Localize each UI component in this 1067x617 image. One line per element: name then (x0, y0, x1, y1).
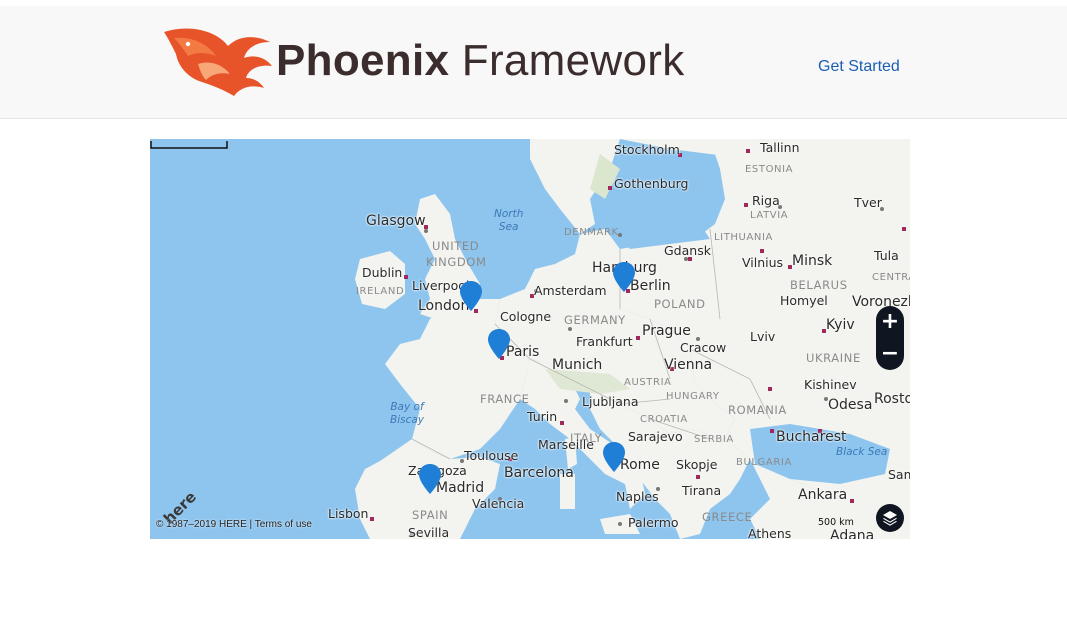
country-label: BULGARIA (736, 457, 792, 468)
city-label: Athens (748, 526, 792, 539)
city-label: Turin (527, 409, 558, 424)
city-label: Madrid (436, 480, 485, 496)
city-label: Sevilla (408, 525, 450, 539)
city-label: Munich (552, 357, 603, 373)
sea-label-bay-of-biscay: Bay of Biscay (390, 401, 425, 426)
city-label: Valencia (472, 496, 525, 511)
country-label: SERBIA (694, 434, 734, 445)
city-label: Samsun (888, 467, 910, 482)
country-label: IRELAND (356, 286, 405, 297)
zoom-out-button[interactable]: − (876, 338, 904, 370)
city-label: Barcelona (504, 465, 574, 481)
country-label: POLAND (654, 297, 706, 311)
city-label: Cracow (680, 340, 727, 355)
sea-label-north-sea: North Sea (494, 208, 524, 233)
city-label: Glasgow (366, 213, 426, 229)
city-label: Riga (752, 193, 780, 208)
map-marker-madrid[interactable] (419, 464, 441, 494)
country-label: BELARUS (790, 278, 848, 292)
zoom-control: + − (876, 306, 904, 370)
city-label: Bucharest (776, 429, 847, 445)
city-label: Ankara (798, 487, 848, 503)
city-label: Amsterdam (534, 283, 607, 298)
map-attribution: © 1987–2019 HERE | Terms of use (156, 519, 312, 530)
city-label: Minsk (792, 253, 833, 269)
city-label: Paris (506, 344, 540, 360)
country-label: LITHUANIA (714, 232, 773, 243)
get-started-link[interactable]: Get Started (818, 58, 900, 76)
zoom-in-button[interactable]: + (876, 306, 904, 338)
brand-name: Phoenix Framework (276, 36, 685, 86)
city-label: Dublin (362, 265, 403, 280)
country-label: KINGDOM (426, 255, 487, 269)
city-label: Vilnius (742, 255, 784, 270)
country-label: FRANCE (480, 392, 530, 406)
map-marker-rome[interactable] (603, 442, 625, 472)
country-label: UNITED (432, 239, 480, 253)
country-label: UKRAINE (806, 351, 861, 365)
brand-light: Framework (461, 36, 685, 85)
map-marker-paris[interactable] (488, 329, 510, 359)
city-label: Sarajevo (628, 429, 683, 444)
layers-icon (883, 511, 897, 526)
country-label: HUNGARY (666, 391, 720, 402)
city-label: Kishinev (804, 377, 857, 392)
city-label: Frankfurt (576, 334, 633, 349)
scale-bar (150, 141, 228, 149)
city-label: Tirana (682, 483, 722, 498)
city-label: Homyel (780, 293, 828, 308)
city-label: Ljubljana (582, 394, 639, 409)
city-label: Adana (830, 528, 875, 539)
country-label: ESTONIA (745, 164, 794, 175)
city-label: Lviv (750, 329, 776, 344)
terms-of-use-link[interactable]: Terms of use (255, 519, 312, 530)
city-label: Odesa (828, 397, 873, 413)
city-label: Rostov (874, 391, 910, 407)
phoenix-logo[interactable]: Phoenix Framework (158, 24, 693, 100)
map-container[interactable]: North Sea Bay of Biscay Black Sea ESTONIA … (150, 139, 910, 539)
country-label: ROMANIA (728, 403, 787, 417)
city-label: Rome (620, 457, 660, 473)
phoenix-bird-icon (164, 28, 272, 96)
city-label: Marseille (538, 437, 594, 452)
country-label: AUSTRIA (624, 377, 672, 388)
brand-bold: Phoenix (276, 36, 450, 85)
country-label: CROATIA (640, 414, 688, 425)
city-label: Naples (616, 489, 659, 504)
country-label: CENTRAL (872, 272, 910, 283)
city-label: Lisbon (328, 506, 369, 521)
city-label: Cologne (500, 309, 552, 324)
country-label: GERMANY (564, 313, 626, 327)
city-label: Stockholm (614, 142, 680, 157)
layers-button[interactable] (876, 504, 904, 532)
city-label: Prague (642, 323, 691, 339)
city-label: Vienna (664, 357, 713, 373)
site-header: Phoenix Framework Get Started (0, 6, 1067, 119)
country-label: SPAIN (412, 508, 449, 522)
city-label: Toulouse (464, 448, 519, 463)
map-marker-london[interactable] (460, 281, 482, 311)
country-label: GREECE (702, 510, 753, 524)
city-label: Skopje (676, 457, 718, 472)
city-label: Berlin (630, 278, 671, 294)
scale-label: 500 km (818, 517, 854, 528)
city-label: Gdansk (664, 243, 711, 258)
sea-label-black-sea: Black Sea (836, 446, 888, 458)
city-label: Tula (874, 248, 899, 263)
country-label: DENMARK (564, 227, 619, 238)
city-label: Palermo (628, 515, 679, 530)
city-label: Tver (854, 195, 882, 210)
map-marker-hamburg[interactable] (613, 262, 635, 292)
country-label: LATVIA (750, 210, 789, 221)
city-label: Tallinn (760, 140, 800, 155)
city-label: Kyiv (826, 317, 855, 333)
copyright-text: © 1987–2019 HERE | (156, 519, 255, 530)
city-label: Gothenburg (614, 176, 689, 191)
